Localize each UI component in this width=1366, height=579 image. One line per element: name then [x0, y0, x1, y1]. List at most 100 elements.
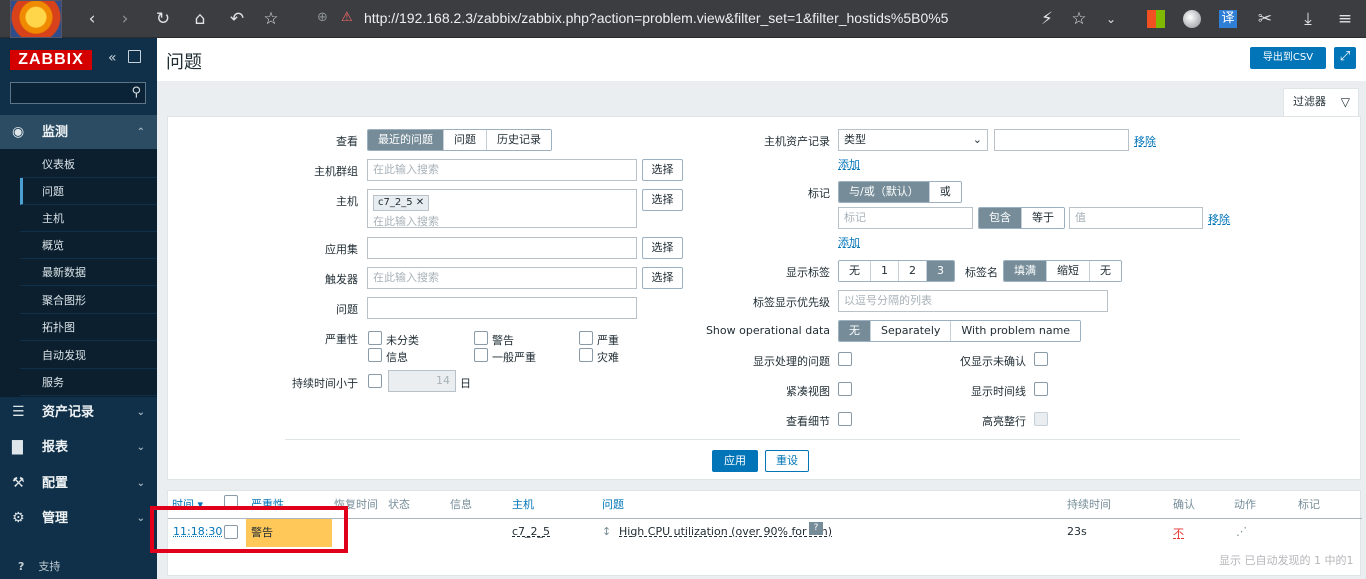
sidebar-search-input[interactable]: ⚲ [10, 82, 146, 104]
tags-mode-and-or[interactable]: 与/或（默认） [839, 182, 930, 202]
zabbix-logo[interactable]: ZABBIX [10, 50, 92, 70]
actions-icon[interactable]: ⋰ [1236, 525, 1247, 538]
collapse-sidebar-icon[interactable]: « [108, 50, 117, 66]
insecure-lock-icon[interactable]: ⚠ [341, 10, 355, 26]
tag-op-equals[interactable]: 等于 [1022, 208, 1064, 228]
tag-value-input[interactable]: 值 [1069, 207, 1203, 229]
menu-administration[interactable]: ⚙ 管理 ⌄ [0, 501, 157, 536]
show-recent-problems[interactable]: 最近的问题 [368, 130, 444, 150]
undo-icon[interactable]: ↶ [226, 8, 248, 30]
host-input[interactable]: c7_2_5 ✕ 在此输入搜索 [367, 189, 637, 228]
globe-icon[interactable] [1183, 10, 1201, 28]
tag-priority-input[interactable]: 以逗号分隔的列表 [838, 290, 1108, 312]
problem-info-icon[interactable]: ? [809, 522, 823, 535]
fullscreen-icon[interactable]: ⤢ [1334, 47, 1356, 69]
submenu-maps[interactable]: 拓扑图 [20, 314, 157, 341]
opdata-with-name[interactable]: With problem name [951, 321, 1081, 341]
export-csv-button[interactable]: 导出到CSV [1250, 47, 1326, 69]
row-problem[interactable]: High CPU utilization (over 90% for 1m) [619, 525, 832, 538]
apply-button[interactable]: 应用 [712, 450, 758, 472]
filter-tab[interactable]: 过滤器 ▽ [1283, 88, 1359, 116]
search-icon[interactable]: ⚲ [131, 85, 141, 100]
tag-name-none[interactable]: 无 [1090, 261, 1121, 281]
severity-average-checkbox[interactable] [474, 348, 488, 362]
submenu-overview[interactable]: 概览 [20, 232, 157, 259]
inventory-add-link[interactable]: 添加 [838, 156, 860, 172]
show-timeline-checkbox[interactable] [1034, 382, 1048, 396]
translate-icon[interactable]: 译 [1219, 10, 1237, 28]
menu-icon[interactable]: ≡ [1334, 8, 1356, 30]
show-problems[interactable]: 问题 [444, 130, 487, 150]
submenu-latest-data[interactable]: 最新数据 [20, 259, 157, 286]
remove-chip-icon[interactable]: ✕ [416, 197, 424, 208]
star-icon[interactable]: ☆ [260, 8, 282, 30]
opdata-none[interactable]: 无 [839, 321, 871, 341]
submenu-discovery[interactable]: 自动发现 [20, 342, 157, 369]
highlight-row-checkbox[interactable] [1034, 412, 1048, 426]
submenu-services[interactable]: 服务 [20, 369, 157, 396]
age-days-input[interactable]: 14 [388, 370, 456, 392]
unack-only-checkbox[interactable] [1034, 352, 1048, 366]
tag-add-link[interactable]: 添加 [838, 234, 860, 250]
row-host[interactable]: c7_2_5 [512, 525, 550, 538]
problem-input[interactable] [367, 297, 637, 319]
submenu-hosts[interactable]: 主机 [20, 205, 157, 232]
support-link[interactable]: ? 支持 [18, 558, 60, 574]
forward-icon[interactable]: › [114, 8, 136, 30]
bookmark-star-icon[interactable]: ☆ [1068, 8, 1090, 30]
reset-button[interactable]: 重设 [765, 450, 809, 472]
host-chip[interactable]: c7_2_5 ✕ [373, 195, 430, 211]
show-details-checkbox[interactable] [838, 412, 852, 426]
severity-information-checkbox[interactable] [368, 348, 382, 362]
application-input[interactable] [367, 237, 637, 259]
severity-not-classified-checkbox[interactable] [368, 331, 382, 345]
row-ack[interactable]: 不 [1173, 525, 1184, 541]
submenu-problems[interactable]: 问题 [20, 178, 157, 205]
application-select-button[interactable]: 选择 [642, 237, 683, 259]
compact-view-checkbox[interactable] [838, 382, 852, 396]
tag-name-full[interactable]: 填满 [1004, 261, 1047, 281]
inventory-remove-link[interactable]: 移除 [1134, 133, 1156, 149]
download-icon[interactable]: ⤓ [1297, 8, 1319, 30]
tag-name-input[interactable]: 标记 [838, 207, 973, 229]
menu-monitoring[interactable]: ◉ 监测 ⌃ [0, 115, 157, 150]
trigger-select-button[interactable]: 选择 [642, 267, 683, 289]
windows-grid-icon[interactable] [1147, 10, 1165, 28]
opdata-separately[interactable]: Separately [871, 321, 952, 341]
lightning-icon[interactable]: ⚡ [1036, 8, 1058, 30]
back-icon[interactable]: ‹ [81, 8, 103, 30]
tag-op-contains[interactable]: 包含 [979, 208, 1022, 228]
show-history[interactable]: 历史记录 [487, 130, 551, 150]
home-icon[interactable]: ⌂ [189, 8, 211, 30]
tag-name-short[interactable]: 缩短 [1047, 261, 1090, 281]
tag-remove-link[interactable]: 移除 [1208, 211, 1230, 227]
age-checkbox[interactable] [368, 374, 382, 388]
submenu-dashboard[interactable]: 仪表板 [20, 151, 157, 178]
show-tags-2[interactable]: 2 [899, 261, 927, 281]
kiosk-mode-icon[interactable] [128, 50, 141, 63]
col-host[interactable]: 主机 [512, 496, 534, 512]
severity-high-checkbox[interactable] [579, 331, 593, 345]
severity-warning-checkbox[interactable] [474, 331, 488, 345]
menu-reports[interactable]: ▇ 报表 ⌄ [0, 430, 157, 465]
hostgroup-input[interactable]: 在此输入搜索 [367, 159, 637, 181]
menu-inventory[interactable]: ☰ 资产记录 ⌄ [0, 395, 157, 430]
severity-disaster-checkbox[interactable] [579, 348, 593, 362]
inventory-value-input[interactable] [994, 129, 1129, 151]
show-tags-3[interactable]: 3 [927, 261, 954, 281]
show-tags-1[interactable]: 1 [871, 261, 899, 281]
trigger-input[interactable]: 在此输入搜索 [367, 267, 637, 289]
show-tags-none[interactable]: 无 [839, 261, 871, 281]
show-suppressed-checkbox[interactable] [838, 352, 852, 366]
menu-configuration[interactable]: ⚒ 配置 ⌄ [0, 466, 157, 501]
submenu-screens[interactable]: 聚合图形 [20, 287, 157, 314]
inventory-field-select[interactable]: 类型 ⌄ [838, 129, 988, 151]
address-bar[interactable]: http://192.168.2.3/zabbix/zabbix.php?act… [364, 10, 948, 26]
col-problem[interactable]: 问题 [602, 496, 624, 512]
hostgroup-select-button[interactable]: 选择 [642, 159, 683, 181]
host-select-button[interactable]: 选择 [642, 189, 683, 211]
reload-icon[interactable]: ↻ [152, 8, 174, 30]
chevron-down-icon[interactable]: ⌄ [1100, 8, 1122, 30]
scissors-icon[interactable]: ✂ [1254, 8, 1276, 30]
tags-mode-or[interactable]: 或 [929, 182, 961, 202]
